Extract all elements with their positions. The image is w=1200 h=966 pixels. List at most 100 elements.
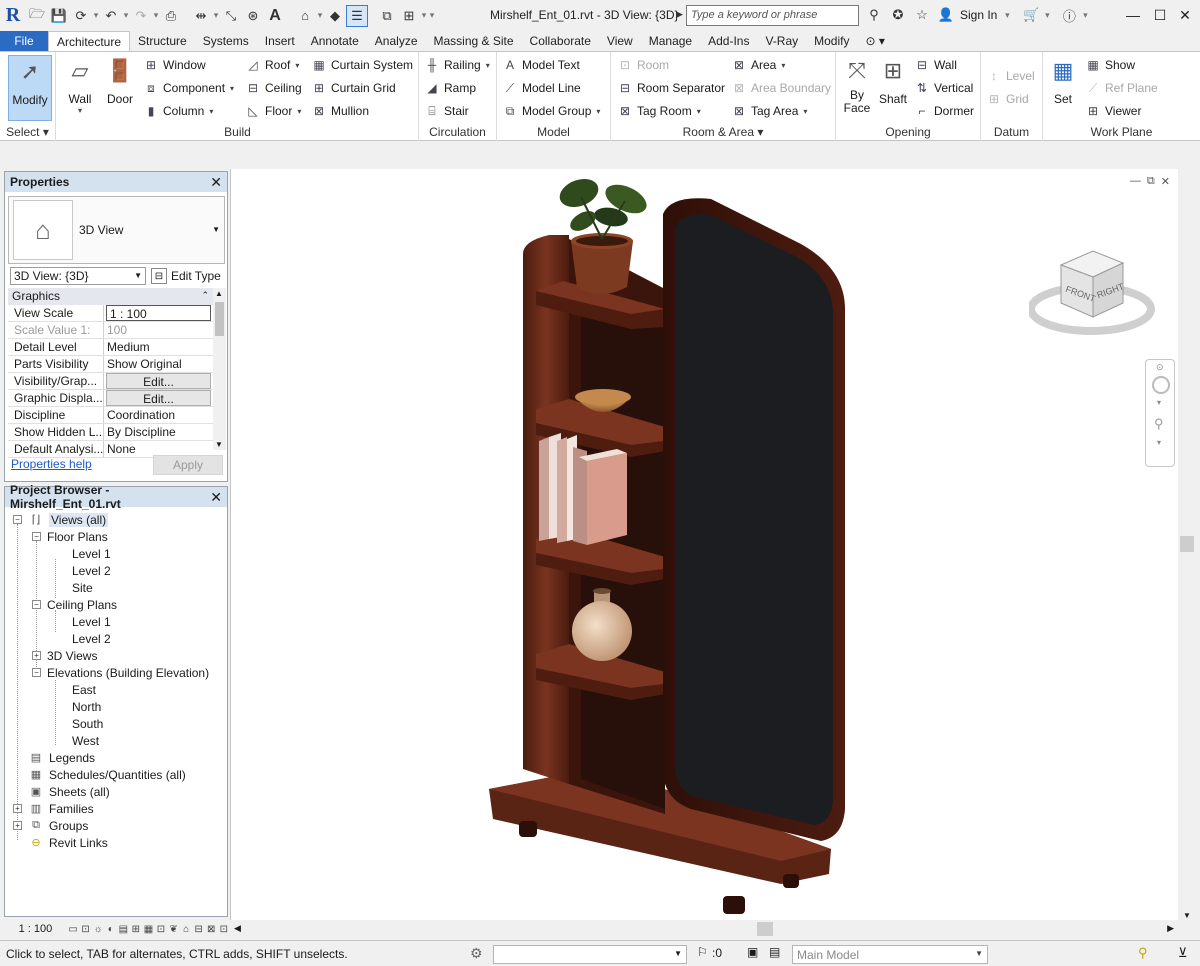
save-icon[interactable]: 💾 (48, 5, 70, 27)
door-button[interactable]: 🚪 Door (99, 55, 141, 121)
tree-node[interactable]: − ⌈⌋ Views (all) (13, 511, 109, 528)
roof-button[interactable]: ◿ Roof ▾ (245, 55, 299, 75)
undo-icon[interactable]: ↶ (100, 5, 122, 27)
cart-dropdown-icon[interactable]: ▾ (1043, 10, 1051, 21)
tab-annotate[interactable]: Annotate (303, 31, 367, 51)
room-separator-button[interactable]: ⊟ Room Separator (617, 78, 725, 98)
print-icon[interactable]: ⎙ (160, 5, 182, 27)
visual-style-icon[interactable]: ⊡ (79, 924, 92, 935)
crop-view-icon[interactable]: ⊞ (130, 924, 143, 935)
sync-icon[interactable]: ⟳ (70, 5, 92, 27)
stair-button[interactable]: ⌸ Stair (424, 101, 468, 121)
design-options-icon[interactable]: ▤ (769, 945, 780, 959)
railing-button[interactable]: ╫ Railing ▾ (424, 55, 490, 75)
graphic-display-edit-button[interactable]: Edit... (106, 390, 211, 406)
tree-node[interactable]: − Elevations (Building Elevation) (32, 664, 209, 681)
workset-selector[interactable]: ▼ (493, 945, 687, 964)
3d-view-dropdown-icon[interactable]: ▾ (316, 10, 324, 21)
temporary-view-properties-icon[interactable]: ⊠ (205, 924, 218, 935)
filter-icon[interactable]: ⊻ (1178, 945, 1188, 961)
modify-button[interactable]: ➚ Modify (8, 55, 52, 121)
search-input[interactable]: Type a keyword or phrase (686, 5, 859, 26)
detail-level-icon[interactable]: ▭ (67, 924, 80, 935)
revit-logo-button[interactable]: R (0, 0, 26, 31)
redo-icon[interactable]: ↷ (130, 5, 152, 27)
binoculars-icon[interactable]: ⚲ (862, 4, 886, 26)
tab-collaborate[interactable]: Collaborate (522, 31, 599, 51)
default-3d-view-icon[interactable]: ⌂ (294, 5, 316, 27)
tree-node[interactable]: Level 1 (72, 613, 111, 630)
tab-structure[interactable]: Structure (130, 31, 195, 51)
design-option-selector[interactable]: Main Model ▼ (792, 945, 988, 964)
tab-file[interactable]: File (0, 31, 48, 51)
tab-systems[interactable]: Systems (195, 31, 257, 51)
wall-opening-button[interactable]: ⊟ Wall (914, 55, 957, 75)
tab-massing-site[interactable]: Massing & Site (426, 31, 522, 51)
column-button[interactable]: ▮ Column ▾ (143, 101, 214, 121)
steering-wheel-dropdown-icon[interactable]: ▾ (1157, 398, 1161, 407)
unlocked-3d-view-icon[interactable]: ⊡ (155, 924, 168, 935)
ribbon-display-options-icon[interactable]: ⊙ ▾ (857, 31, 892, 51)
viewer-button[interactable]: ⊞ Viewer (1085, 101, 1142, 121)
tab-modify[interactable]: Modify (806, 31, 857, 51)
tab-architecture[interactable]: Architecture (48, 31, 131, 51)
tab-view[interactable]: View (599, 31, 641, 51)
viewcube[interactable]: FRONT RIGHT (1029, 243, 1159, 343)
area-button[interactable]: ⊠ Area ▾ (731, 55, 785, 75)
undo-dropdown-icon[interactable]: ▾ (122, 10, 130, 21)
type-selector[interactable]: ⌂ 3D View ▼ (8, 196, 225, 264)
steering-wheel-icon[interactable] (1152, 376, 1170, 394)
maximize-button[interactable]: ☐ (1147, 4, 1173, 26)
help-dropdown-icon[interactable]: ▾ (1081, 10, 1089, 21)
by-face-button[interactable]: ⤧ By Face (838, 55, 876, 121)
worksharing-display-icon[interactable]: ⊟ (192, 924, 205, 935)
window-button[interactable]: ⊞ Window (143, 55, 206, 75)
parts-visibility-value[interactable]: Show Original (104, 356, 213, 372)
customize-qat-icon[interactable]: ▾ (428, 10, 436, 21)
analytical-model-icon[interactable]: ⊡ (218, 924, 231, 935)
set-work-plane-button[interactable]: ▦ Set (1043, 55, 1083, 121)
tab-manage[interactable]: Manage (641, 31, 700, 51)
ceiling-button[interactable]: ⊟ Ceiling (245, 78, 302, 98)
show-crop-region-icon[interactable]: ▦ (142, 924, 155, 935)
visibility-graphics-edit-button[interactable]: Edit... (106, 373, 211, 389)
tree-node[interactable]: ▣ Sheets (all) (28, 783, 110, 800)
sign-in-link[interactable]: Sign In (960, 8, 997, 22)
redo-dropdown-icon[interactable]: ▾ (152, 10, 160, 21)
model-line-button[interactable]: ⟋ Model Line (502, 78, 581, 98)
model-text-button[interactable]: A Model Text (502, 55, 580, 75)
zoom-icon[interactable]: ⚲ (1154, 416, 1164, 432)
vertical-opening-button[interactable]: ⇅ Vertical (914, 78, 973, 98)
sign-in-dropdown-icon[interactable]: ▾ (1003, 10, 1011, 21)
mullion-button[interactable]: ⊠ Mullion (311, 101, 369, 121)
zoom-dropdown-icon[interactable]: ▾ (1157, 438, 1161, 447)
curtain-system-button[interactable]: ▦ Curtain System (311, 55, 413, 75)
exchange-apps-cart-icon[interactable]: 🛒 (1019, 4, 1043, 26)
tag-room-button[interactable]: ⊠ Tag Room ▾ (617, 101, 701, 121)
tree-node[interactable]: Level 2 (72, 562, 111, 579)
section-icon[interactable]: ◆ (324, 5, 346, 27)
editable-only-icon[interactable]: ⚐ (697, 945, 708, 959)
tree-node[interactable]: North (72, 698, 101, 715)
edit-type-button[interactable]: ⊟ Edit Type (151, 267, 221, 285)
tree-node[interactable]: − Ceiling Plans (32, 596, 117, 613)
measure-icon[interactable]: ⇹ (190, 5, 212, 27)
subscription-center-icon[interactable]: ✪ (886, 4, 910, 26)
tab-insert[interactable]: Insert (257, 31, 303, 51)
temporary-hide-icon[interactable]: ❦ (167, 924, 180, 935)
panel-title-select[interactable]: Select ▾ (0, 125, 55, 139)
ramp-button[interactable]: ◢ Ramp (424, 78, 476, 98)
tree-node[interactable]: + ⧉ Groups (13, 817, 88, 834)
sun-path-icon[interactable]: ☼ (92, 924, 105, 935)
measure-dropdown-icon[interactable]: ▾ (212, 10, 220, 21)
tree-node[interactable]: − Floor Plans (32, 528, 108, 545)
tree-node[interactable]: ⊖ Revit Links (28, 834, 107, 851)
minimize-button[interactable]: — (1120, 4, 1146, 26)
text-icon[interactable]: A (264, 5, 286, 27)
tree-node[interactable]: South (72, 715, 103, 732)
apply-button[interactable]: Apply (153, 455, 223, 475)
area-boundary-button[interactable]: ⊠ Area Boundary (731, 78, 831, 98)
select-links-icon[interactable]: ⚲ (1138, 945, 1148, 961)
detail-level-value[interactable]: Medium (104, 339, 213, 355)
tree-node[interactable]: ▦ Schedules/Quantities (all) (28, 766, 186, 783)
